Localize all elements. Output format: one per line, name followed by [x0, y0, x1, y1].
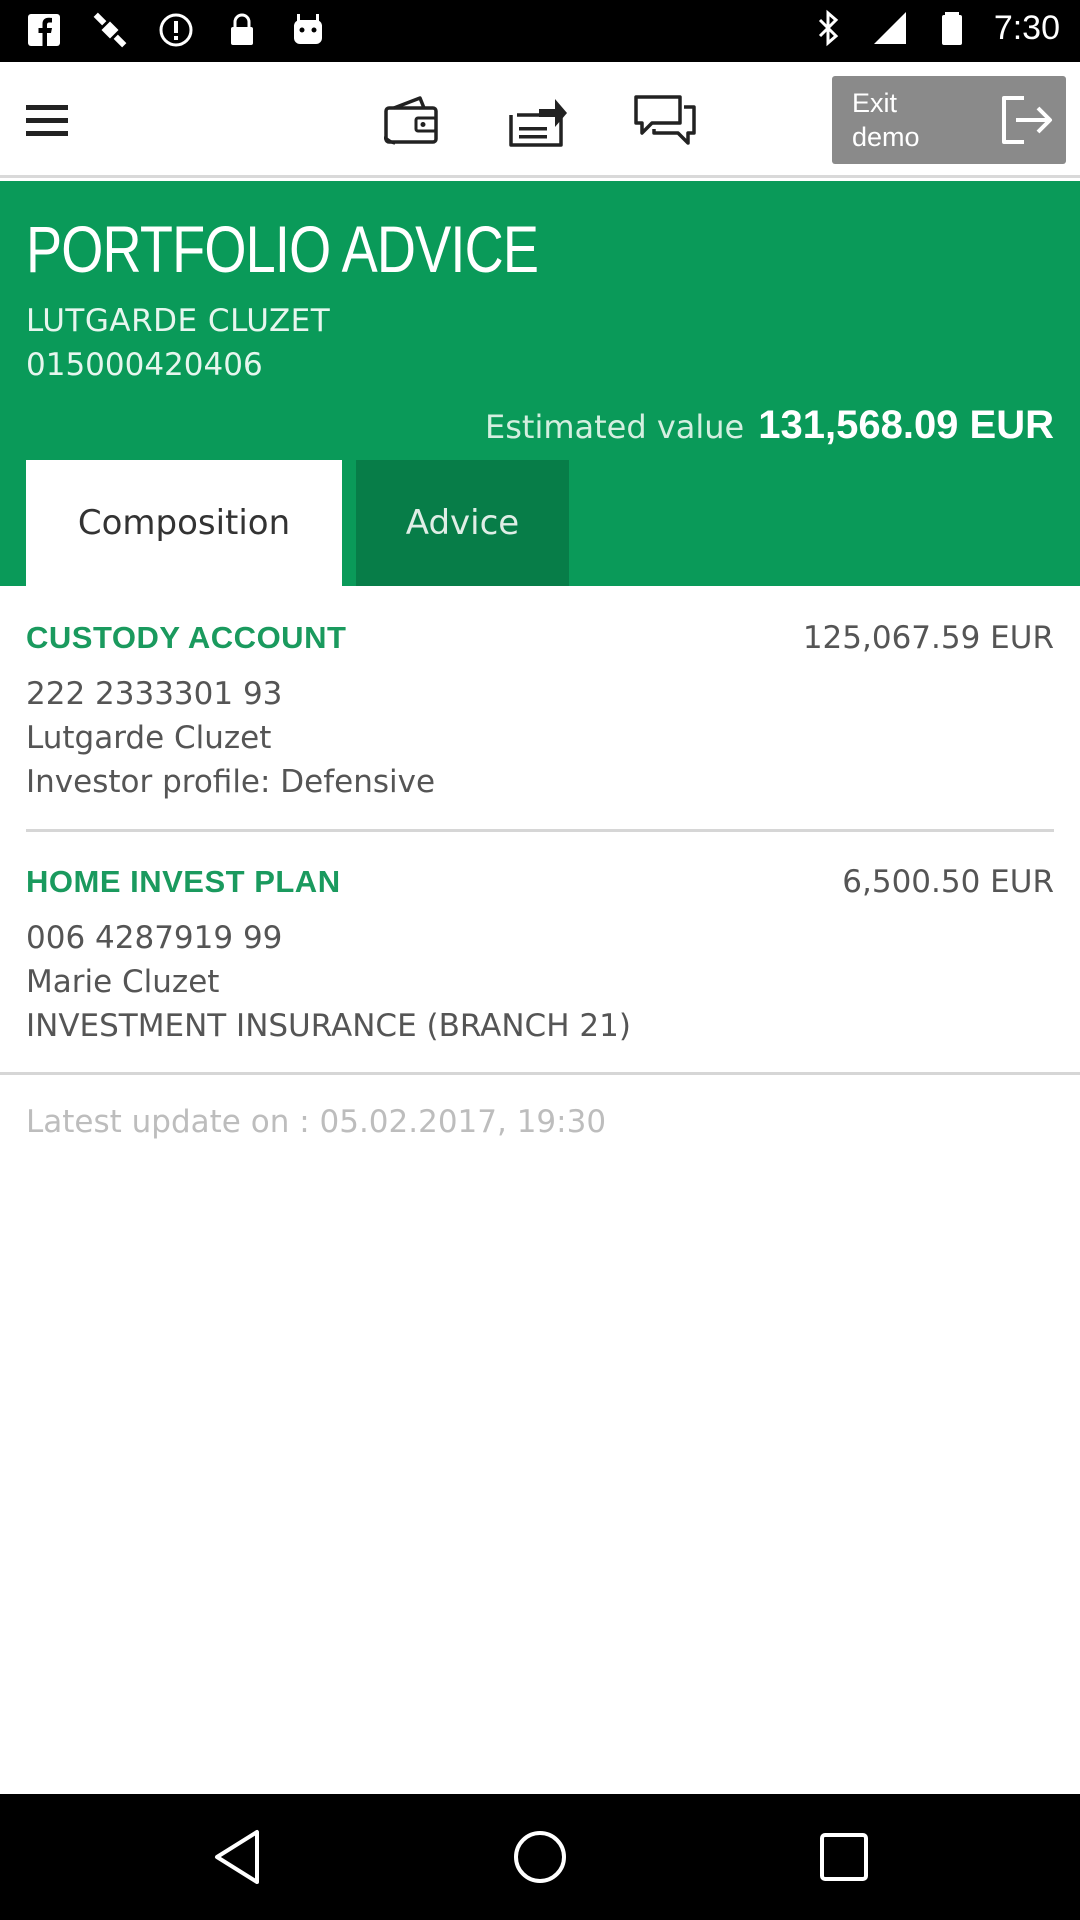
fake-gps-icon	[93, 12, 127, 48]
account-number: 006 4287919 99	[26, 920, 283, 956]
back-icon[interactable]	[205, 1822, 275, 1892]
recent-apps-icon[interactable]	[809, 1822, 879, 1892]
chat-icon	[634, 95, 696, 145]
home-icon[interactable]	[505, 1822, 575, 1892]
wallet-button[interactable]	[377, 86, 447, 156]
app-toolbar: Exit demo	[0, 62, 1080, 178]
status-bar: 7:30	[0, 0, 1080, 62]
facebook-icon	[28, 14, 60, 46]
status-icons-left	[24, 10, 328, 50]
estimated-value-label: Estimated value	[485, 408, 745, 446]
account-detail: Investor profile: Defensive	[26, 764, 436, 800]
account-amount: 6,500.50 EUR	[842, 864, 1054, 900]
account-title: HOME INVEST PLAN	[26, 864, 341, 899]
tab-advice-label: Advice	[405, 503, 520, 543]
lock-icon	[231, 13, 253, 45]
account-detail: INVESTMENT INSURANCE (BRANCH 21)	[26, 1008, 631, 1044]
bluetooth-icon	[818, 9, 839, 47]
account-amount: 125,067.59 EUR	[802, 620, 1054, 656]
client-name: LUTGARDE CLUZET	[26, 303, 331, 339]
android-icon	[294, 14, 322, 44]
account-item-home-invest[interactable]: HOME INVEST PLAN 6,500.50 EUR 006 428791…	[0, 830, 1080, 1075]
tab-composition[interactable]: Composition	[26, 460, 342, 586]
status-icons-right: 7:30	[808, 8, 1060, 48]
system-nav-bar	[0, 1794, 1080, 1920]
chat-button[interactable]	[630, 86, 700, 156]
client-number: 015000420406	[26, 347, 263, 383]
account-holder: Lutgarde Cluzet	[26, 720, 272, 756]
account-item-custody[interactable]: CUSTODY ACCOUNT 125,067.59 EUR 222 23333…	[0, 586, 1080, 831]
portfolio-header: PORTFOLIO ADVICE LUTGARDE CLUZET 0150004…	[0, 181, 1080, 586]
account-title: CUSTODY ACCOUNT	[26, 620, 347, 655]
tab-advice[interactable]: Advice	[356, 460, 569, 586]
menu-icon	[26, 105, 68, 136]
page-title: PORTFOLIO ADVICE	[26, 212, 539, 286]
wallet-icon	[383, 96, 438, 145]
menu-button[interactable]	[12, 86, 82, 156]
alert-icon	[159, 13, 193, 47]
estimated-value: 131,568.09 EUR	[758, 403, 1054, 447]
signal-icon	[873, 12, 906, 44]
last-update-text: Latest update on : 05.02.2017, 19:30	[26, 1104, 607, 1140]
account-holder: Marie Cluzet	[26, 964, 220, 1000]
exit-demo-button[interactable]: Exit demo	[832, 76, 1066, 164]
tab-composition-label: Composition	[77, 503, 291, 543]
estimated-value-row: Estimated value 131,568.09 EUR	[485, 403, 1054, 448]
divider	[0, 1072, 1080, 1075]
battery-icon	[941, 12, 962, 45]
account-number: 222 2333301 93	[26, 676, 283, 712]
exit-icon	[1002, 96, 1052, 144]
transfer-icon	[509, 99, 567, 147]
exit-demo-label: Exit demo	[852, 88, 920, 152]
transfer-button[interactable]	[503, 86, 573, 156]
status-time: 7:30	[993, 8, 1060, 47]
